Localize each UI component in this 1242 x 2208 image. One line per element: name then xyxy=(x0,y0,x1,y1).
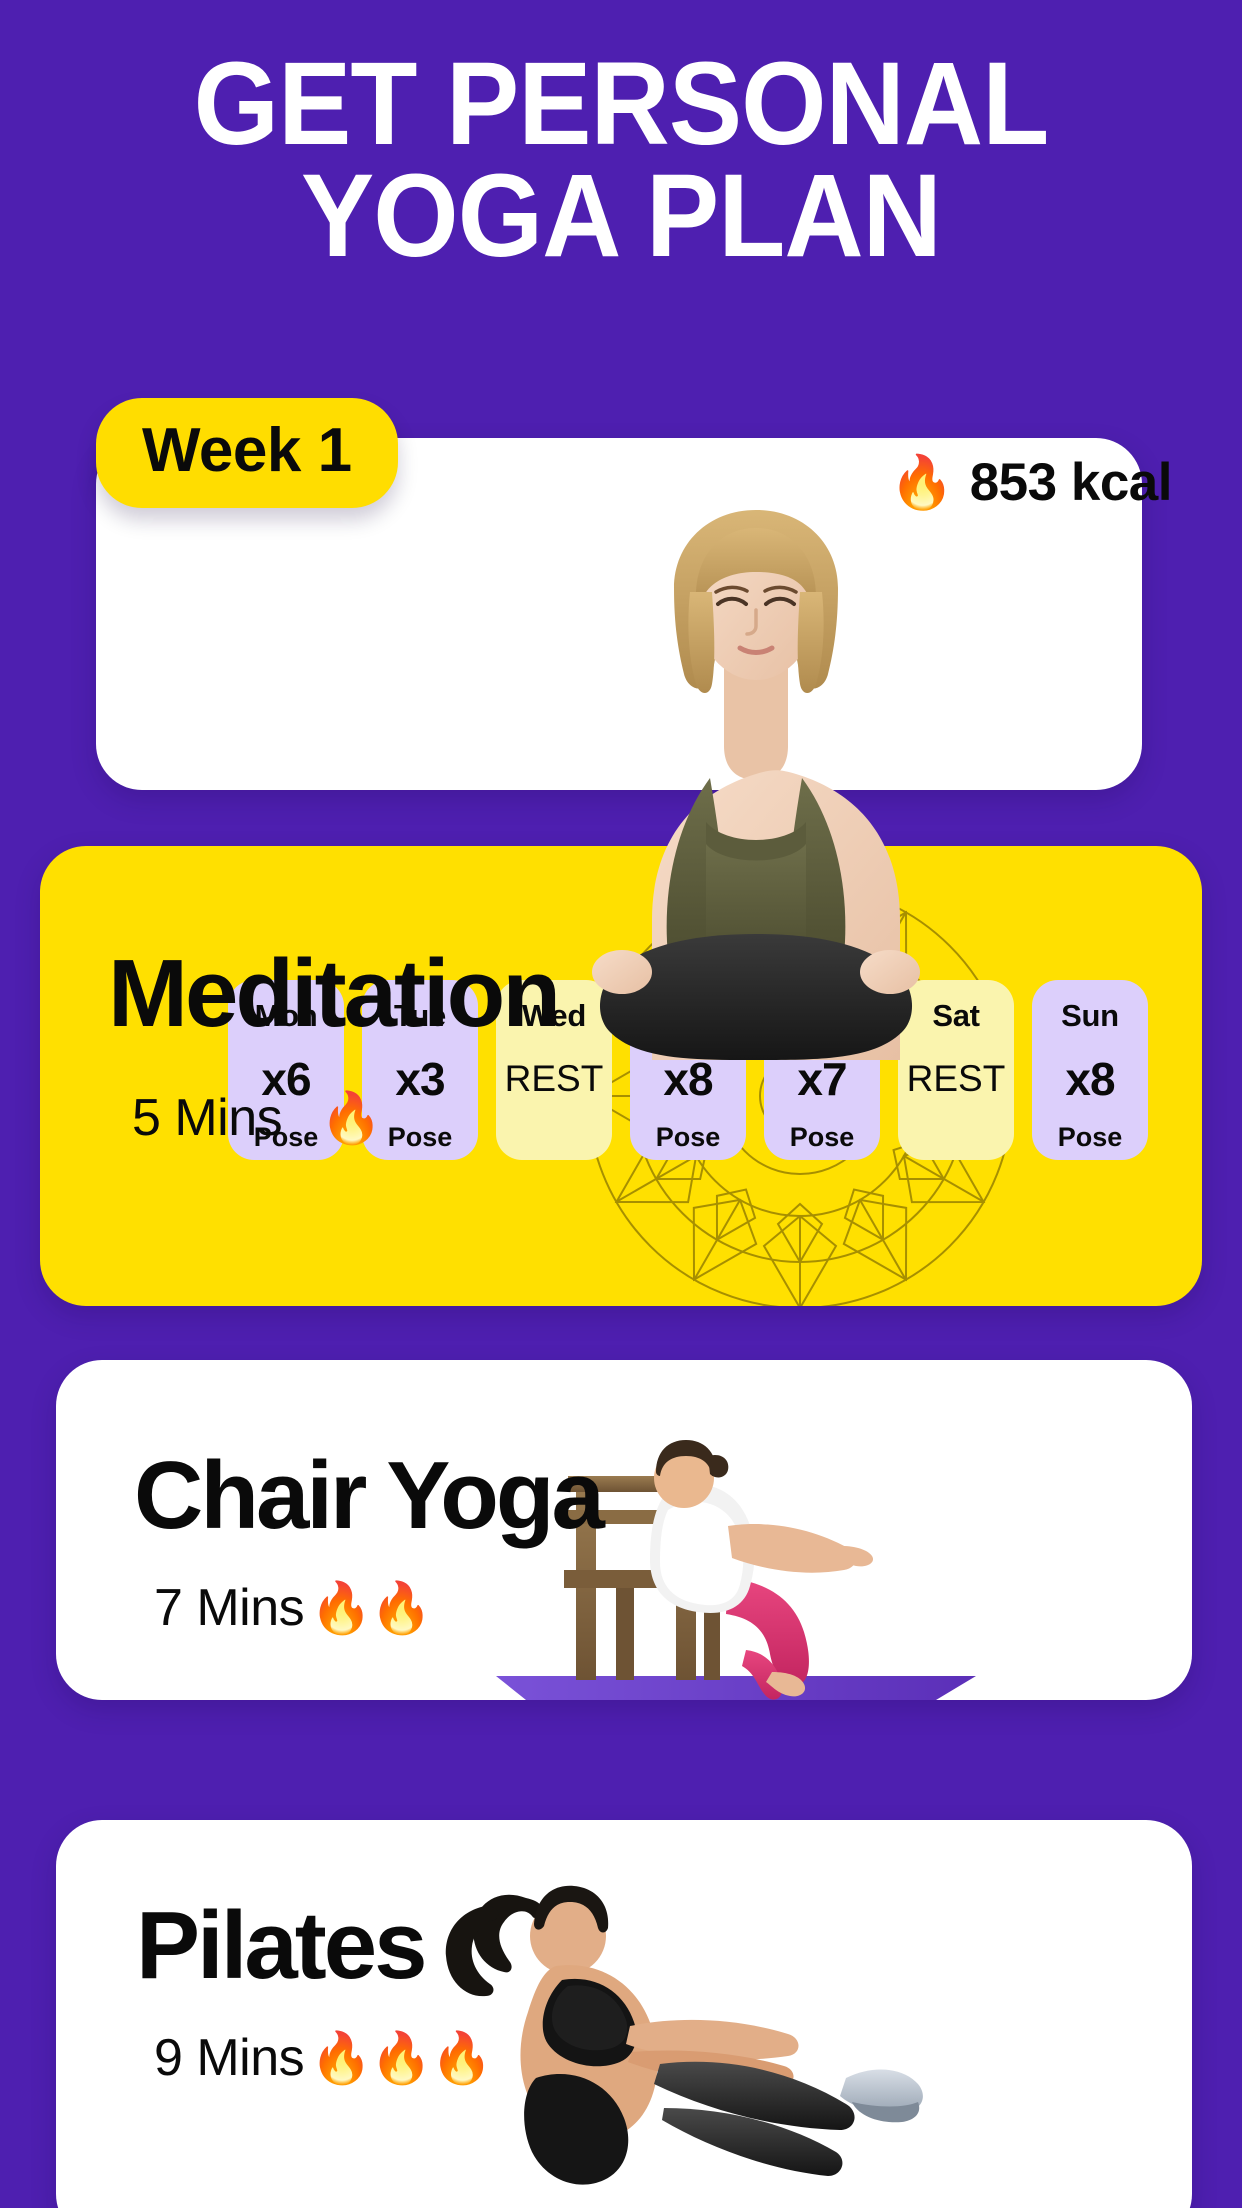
day-sublabel: Pose xyxy=(655,1122,721,1152)
program-card-pilates[interactable]: Pilates 9 Mins 🔥🔥🔥 xyxy=(56,1820,1192,2208)
week-badge[interactable]: Week 1 xyxy=(96,398,398,508)
kcal-readout: 🔥 853 kcal xyxy=(889,452,1172,513)
day-label: Sat xyxy=(932,998,980,1033)
program-duration: 5 Mins 🔥 xyxy=(132,1089,382,1147)
day-chip-sun[interactable]: Sun x8 Pose xyxy=(1032,980,1148,1160)
flame-icon: 🔥🔥🔥 xyxy=(310,2030,493,2086)
day-chip-fri[interactable]: Fri x7 Pose xyxy=(764,980,880,1160)
duration-text: 9 Mins xyxy=(154,2029,305,2087)
day-value: REST xyxy=(906,1058,1006,1099)
day-value: x8 xyxy=(663,1053,713,1105)
duration-text: 7 Mins xyxy=(154,1579,305,1637)
day-value: x8 xyxy=(1065,1053,1115,1105)
day-sublabel: Pose xyxy=(387,1122,453,1152)
day-label: Fri xyxy=(802,998,842,1033)
flame-icon: 🔥🔥 xyxy=(310,1580,433,1636)
page-title: GET PERSONAL YOGA PLAN xyxy=(193,38,1050,282)
day-sublabel: Pose xyxy=(1057,1122,1123,1152)
program-card-chair-yoga[interactable]: Chair Yoga 7 Mins 🔥🔥 xyxy=(56,1360,1192,1700)
day-value: REST xyxy=(504,1058,604,1099)
day-label: Thu xyxy=(660,998,716,1033)
kcal-value: 853 kcal xyxy=(969,453,1173,512)
program-title: Meditation xyxy=(108,940,561,1047)
program-duration: 7 Mins 🔥🔥 xyxy=(154,1579,433,1637)
day-sublabel: Pose xyxy=(789,1122,855,1152)
promo-screen: GET PERSONAL YOGA PLAN Mon x6 Pose Tue x… xyxy=(0,0,1242,2208)
day-label: Sun xyxy=(1061,998,1119,1033)
pilates-photo xyxy=(445,1885,923,2185)
day-chip-sat[interactable]: Sat REST xyxy=(898,980,1014,1160)
program-title: Chair Yoga xyxy=(134,1442,605,1549)
program-title: Pilates xyxy=(136,1892,428,1999)
program-duration: 9 Mins 🔥🔥🔥 xyxy=(154,2029,493,2087)
flame-icon: 🔥 xyxy=(320,1090,382,1146)
day-value: x3 xyxy=(395,1053,445,1105)
day-value: x7 xyxy=(797,1053,847,1105)
duration-text: 5 Mins xyxy=(132,1089,283,1147)
day-chip-thu[interactable]: Thu x8 Pose xyxy=(630,980,746,1160)
flame-icon: 🔥 xyxy=(889,454,954,512)
